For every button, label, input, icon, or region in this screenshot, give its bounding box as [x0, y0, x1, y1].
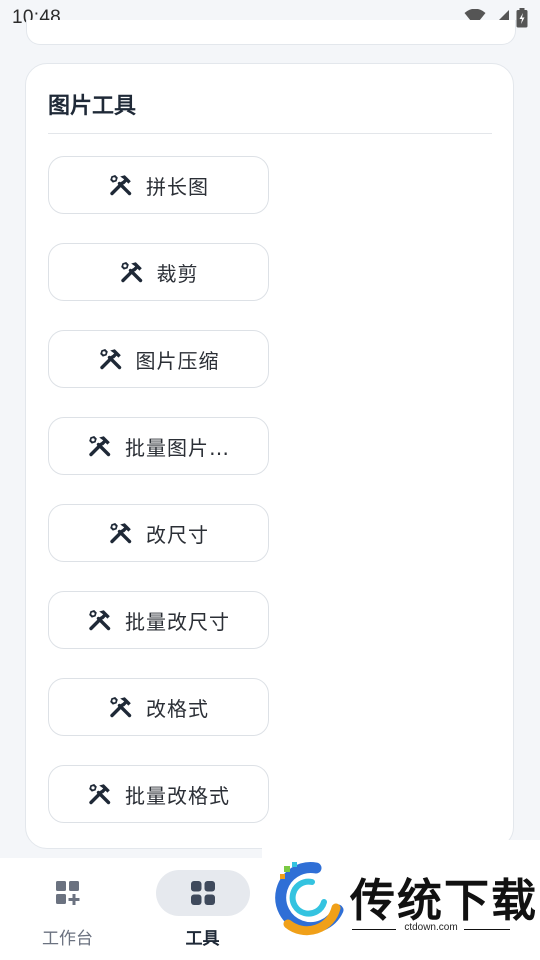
nav-item-workbench[interactable]: 工作台 — [0, 858, 135, 960]
tool-button[interactable]: 拼长图 — [48, 156, 269, 214]
watermark-logo — [275, 862, 344, 936]
nav-label-workbench: 工作台 — [42, 929, 93, 949]
card-title: 图片工具 — [48, 94, 137, 119]
nav-item-tools[interactable]: 工具 — [135, 858, 270, 960]
hammer-wrench-icon — [87, 607, 113, 633]
hammer-wrench-icon — [119, 259, 145, 285]
nav-label-tools: 工具 — [185, 929, 220, 949]
previous-card — [26, 20, 516, 45]
nav-pill-tools — [155, 870, 250, 916]
dashboard-add-icon — [55, 881, 79, 905]
tool-button[interactable]: 改尺寸 — [48, 504, 269, 562]
battery-icon — [516, 8, 528, 28]
tool-button-label: 批量改格式 — [125, 783, 230, 808]
hammer-wrench-icon — [108, 694, 134, 720]
tool-button-label: 裁剪 — [156, 261, 199, 286]
nav-pill-workbench — [21, 870, 115, 916]
hammer-wrench-icon — [98, 346, 124, 372]
hammer-wrench-icon — [87, 781, 113, 807]
watermark-url: ctdown.com — [404, 922, 458, 933]
tool-button-label: 改格式 — [146, 696, 209, 721]
tool-button[interactable]: 批量改格式 — [48, 765, 269, 823]
watermark-brand: 传统下载 — [350, 874, 539, 927]
hammer-wrench-icon — [108, 520, 134, 546]
tool-button[interactable]: 裁剪 — [48, 243, 269, 301]
watermark-line-right — [464, 929, 510, 930]
hammer-wrench-icon — [87, 433, 113, 459]
hammer-wrench-icon — [108, 172, 134, 198]
watermark: 传统下载 ctdown.com — [262, 840, 540, 960]
tool-button-label: 图片压缩 — [135, 348, 220, 373]
tool-button-label: 改尺寸 — [146, 522, 209, 547]
tool-button[interactable]: 改格式 — [48, 678, 269, 736]
tool-button[interactable]: 批量图片… — [48, 417, 269, 475]
tool-button[interactable]: 批量改尺寸 — [48, 591, 269, 649]
tool-button-label: 拼长图 — [146, 174, 209, 199]
tool-button-label: 批量改尺寸 — [125, 609, 230, 634]
grid-icon — [190, 881, 215, 905]
card-divider — [48, 133, 492, 134]
tool-button-label: 批量图片… — [125, 435, 230, 460]
tool-button[interactable]: 图片压缩 — [48, 330, 269, 388]
